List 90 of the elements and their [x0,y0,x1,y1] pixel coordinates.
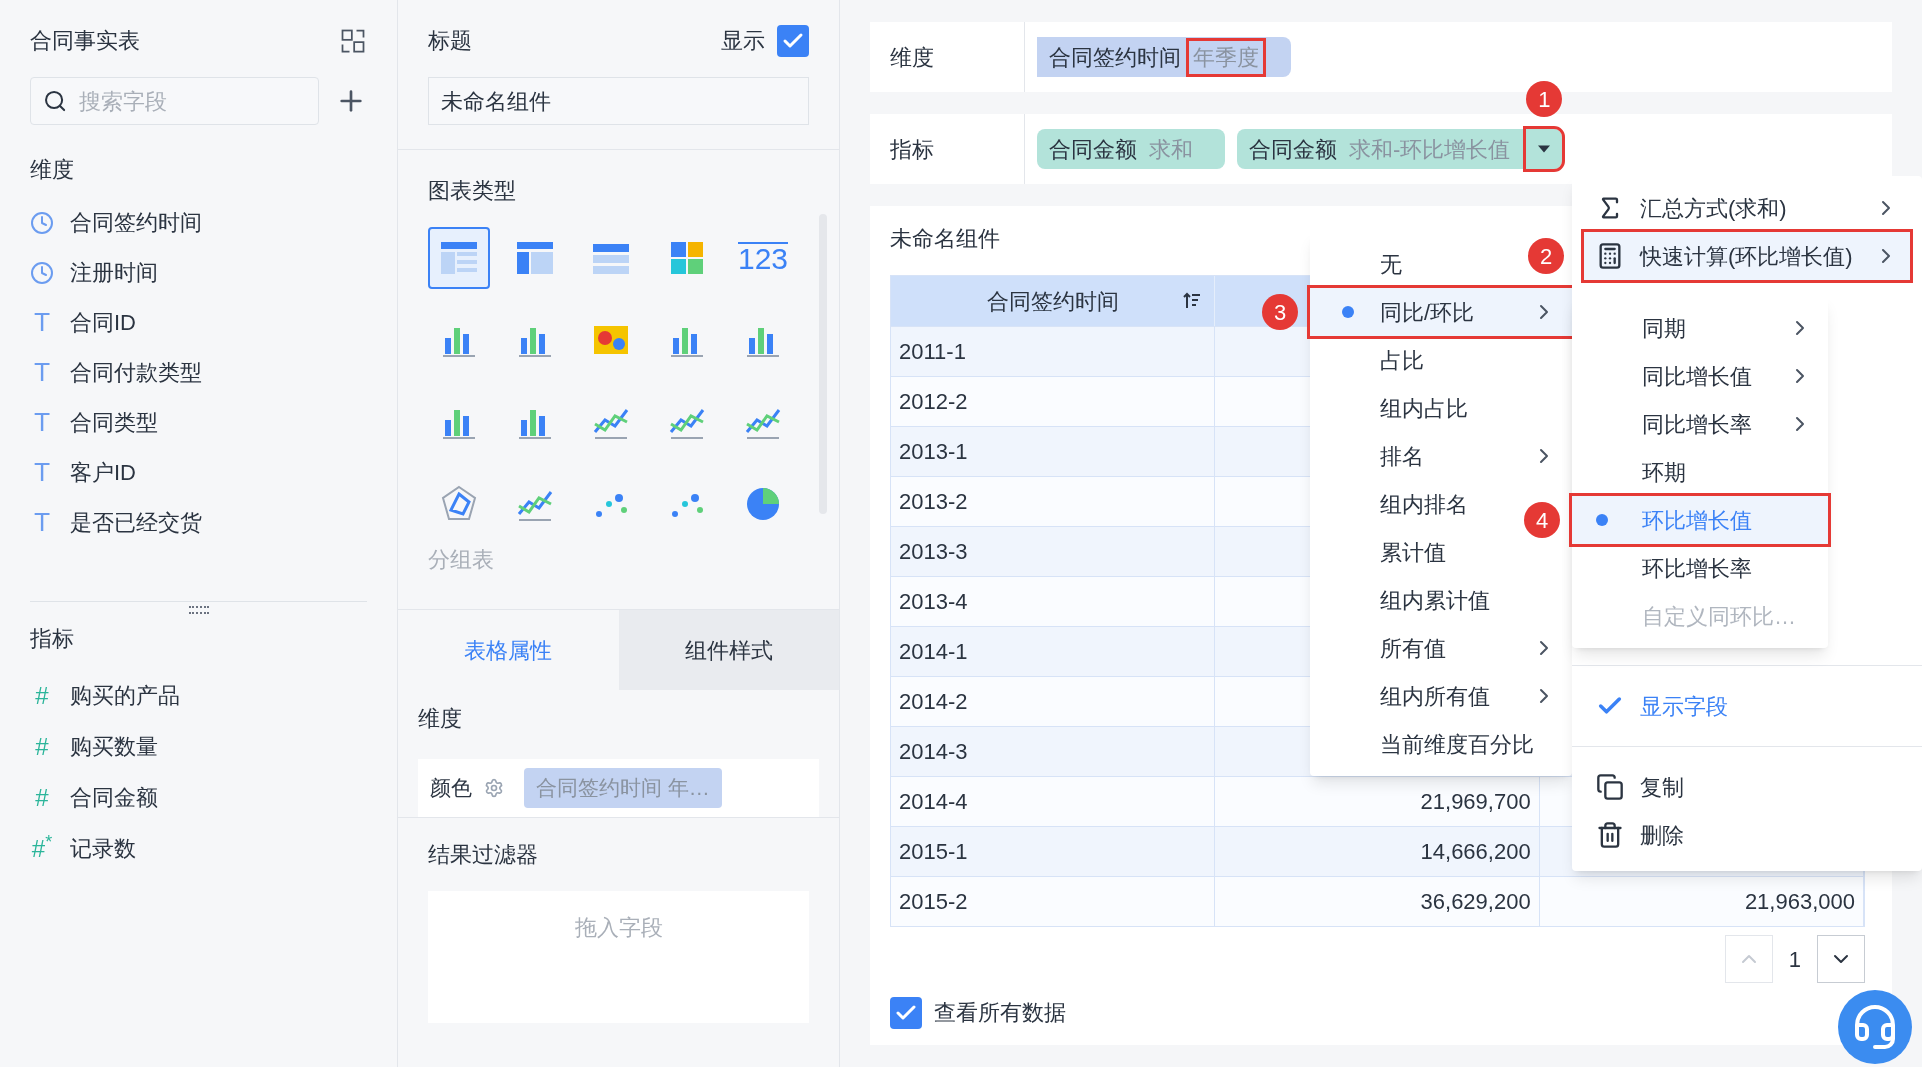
menu-item[interactable]: 组内所有值 [1310,672,1572,720]
clock-icon [30,260,54,285]
table-cell-text: 2013-4 [899,588,968,616]
annotation-number: 1 [1526,81,1563,117]
trash-icon [1596,821,1624,849]
sort-icon[interactable] [1182,291,1203,311]
table-cell-text: 2014-2 [899,688,968,716]
table-cell-text: 2015-1 [899,838,968,866]
checkbox-label: 显示 [721,27,765,55]
text-type-icon: T [30,360,54,385]
menu-item[interactable]: 当前维度百分比 [1310,720,1550,768]
title-input-field[interactable]: 未命名组件 [428,77,809,125]
search-input[interactable]: 搜索字段 [79,84,306,118]
menu-item[interactable]: 组内累计值 [1310,576,1506,624]
menu-item[interactable]: 同期 [1572,304,1828,352]
number-type-icon: # [30,683,54,708]
table-cell-text: 21,963,000 [1744,888,1855,916]
table-cell-text: 2014-4 [899,788,968,816]
text-type-icon: T [30,460,54,485]
chart-type-label: 分组表 [428,546,494,574]
pill-suffix: 年季度 [1189,40,1263,74]
table-cell-text: 2015-2 [899,888,968,916]
menu-item[interactable]: 显示字段 [1584,682,1910,730]
section-heading: 结果过滤器 [428,842,538,867]
section-heading: 维度 [30,156,75,184]
chart-type-option[interactable] [428,227,490,289]
table-cell-text: 2011-1 [899,338,966,366]
menu-item[interactable]: 占比 [1310,336,1440,384]
field-item[interactable]: 客户ID [70,456,136,489]
table-cell-text: 21,969,700 [1420,788,1531,816]
field-item[interactable]: 合同ID [70,306,136,339]
table-cell-text: 36,629,200 [1420,888,1531,916]
widget-title: 未命名组件 [890,225,1001,253]
table-cell-text: 2013-3 [899,538,968,566]
copy-icon [1596,773,1624,801]
row-label: 指标 [870,114,1025,184]
field-item[interactable]: 合同签约时间 [70,206,202,239]
field-item[interactable]: 合同金额 [70,781,158,814]
menu-item[interactable]: 环期 [1572,448,1828,496]
text-type-icon: T [30,510,54,535]
menu-item[interactable]: 无 [1310,240,1418,288]
menu-item[interactable]: 组内占比 [1310,384,1484,432]
settings-icon[interactable] [484,778,504,798]
menu-item[interactable]: 组内排名 [1310,480,1484,528]
table-cell-text: 2014-3 [899,738,968,766]
table-cell-text: 2014-1 [899,638,968,666]
menu-item[interactable]: 删除 [1584,811,1910,859]
menu-item[interactable]: 同比增长率 [1572,400,1828,448]
field-item[interactable]: 合同付款类型 [70,356,202,389]
clock-icon [30,210,54,235]
field-item[interactable]: 是否已经交货 [70,506,202,539]
menu-item[interactable]: 汇总方式(求和) [1584,184,1910,232]
panel-tab[interactable]: 组件样式 [618,610,839,690]
field-item[interactable]: 购买的产品 [70,679,180,712]
menu-item[interactable]: 快速计算(环比增长值) [1584,232,1910,280]
text-type-icon: T [30,310,54,335]
number-type-icon: # [30,785,54,810]
show-title-checkbox[interactable] [777,24,809,57]
color-label: 颜色 [430,775,472,802]
row-label: 维度 [870,22,1025,92]
table-cell-text: 2013-2 [899,488,968,516]
computed-number-icon: #$^{*}$ [30,836,54,861]
checkbox-label: 查看所有数据 [934,999,1066,1027]
menu-item[interactable]: 同比增长值 [1572,352,1828,400]
menu-item[interactable]: 同比/环比 [1310,288,1572,336]
field-item[interactable]: 注册时间 [70,256,158,289]
table-cell-text: 14,666,200 [1420,838,1531,866]
number-type-icon: # [30,734,54,759]
section-heading: 标题 [428,27,472,55]
section-heading: 图表类型 [428,178,516,203]
drag-handle-icon[interactable] [188,606,209,614]
field-item[interactable]: 合同类型 [70,406,158,439]
view-all-checkbox[interactable] [890,996,922,1029]
section-heading: 维度 [418,706,462,731]
dimension-pill[interactable]: 合同签约时间 年季度 [1037,37,1291,77]
table-cell-text: 2013-1 [899,438,968,466]
text-type-icon: T [30,410,54,435]
menu-item[interactable]: 环比增长率 [1572,544,1828,592]
menu-item[interactable]: 复制 [1584,763,1910,811]
panel-title: 合同事实表 [30,27,140,55]
section-heading: 指标 [30,625,75,653]
menu-item[interactable]: 累计值 [1310,528,1462,576]
table-cell-text: 2012-2 [899,388,968,416]
menu-item[interactable]: 排名 [1310,432,1572,480]
measure-pill[interactable]: 合同金额 求和 [1037,129,1209,169]
menu-item[interactable]: 所有值 [1310,624,1572,672]
search-field[interactable]: 搜索字段 [30,77,319,125]
field-item[interactable]: 记录数 [70,832,136,865]
field-item[interactable]: 购买数量 [70,730,158,763]
page-number: 1 [1788,945,1801,974]
